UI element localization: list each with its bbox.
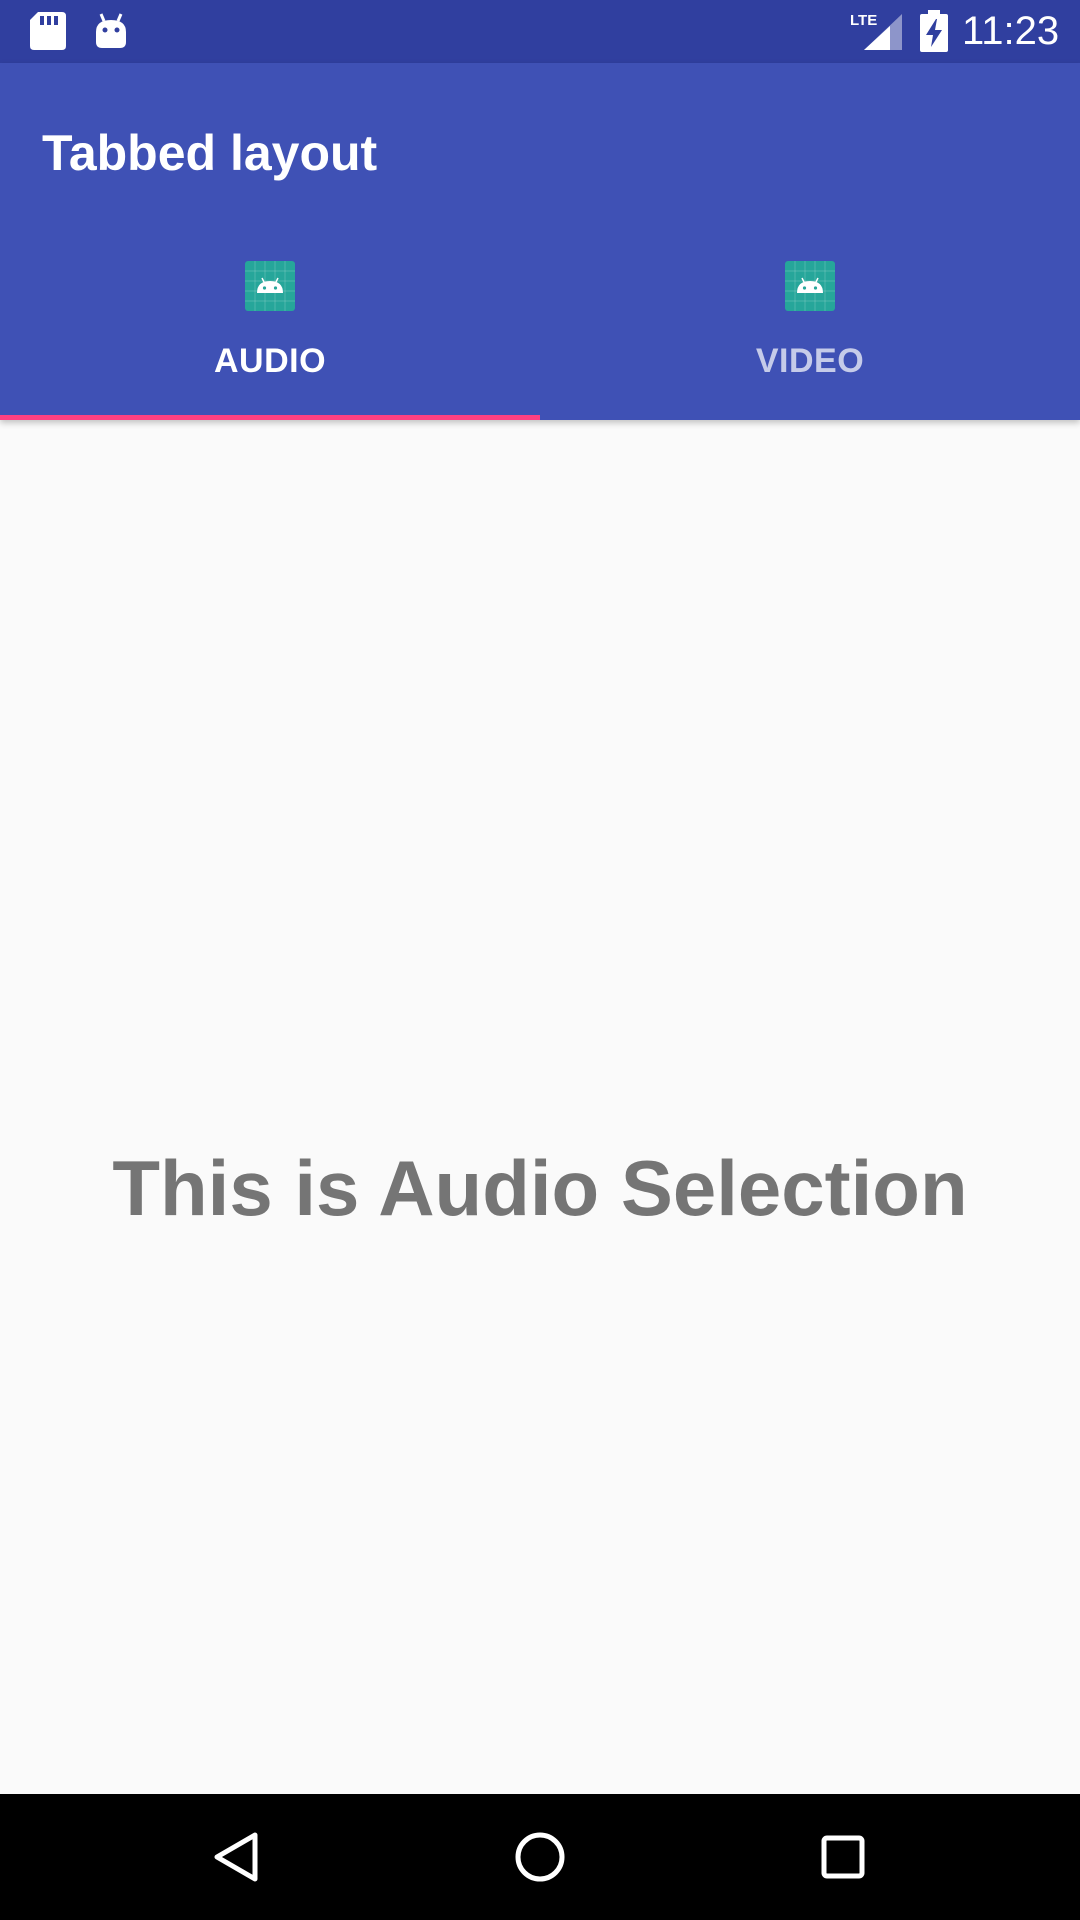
status-bar: LTE 11:23 xyxy=(0,0,1080,63)
tab-indicator xyxy=(0,415,540,420)
tab-video-label: VIDEO xyxy=(755,342,865,380)
app-title: Tabbed layout xyxy=(42,125,378,181)
tab-video[interactable]: VIDEO xyxy=(540,231,1080,420)
navigation-bar xyxy=(0,1794,1080,1920)
status-time: 11:23 xyxy=(962,9,1060,53)
app-screen: LTE 11:23 Tabbed layout AUDIO VIDEO This… xyxy=(0,0,1080,1920)
battery-charging-icon xyxy=(920,10,948,52)
content-text: This is Audio Selection xyxy=(112,1144,968,1232)
android-launcher-icon xyxy=(785,261,835,311)
back-icon[interactable] xyxy=(207,1827,267,1887)
recents-icon[interactable] xyxy=(813,1827,873,1887)
home-icon[interactable] xyxy=(510,1827,570,1887)
sd-card-icon xyxy=(30,12,66,50)
tab-audio[interactable]: AUDIO xyxy=(0,231,540,420)
android-icon xyxy=(96,13,126,48)
android-launcher-icon xyxy=(245,261,295,311)
lte-label: LTE xyxy=(850,12,877,29)
app-bar: Tabbed layout AUDIO VIDEO xyxy=(0,63,1080,420)
tab-audio-label: AUDIO xyxy=(213,342,327,380)
lte-signal-icon: LTE xyxy=(850,12,902,50)
